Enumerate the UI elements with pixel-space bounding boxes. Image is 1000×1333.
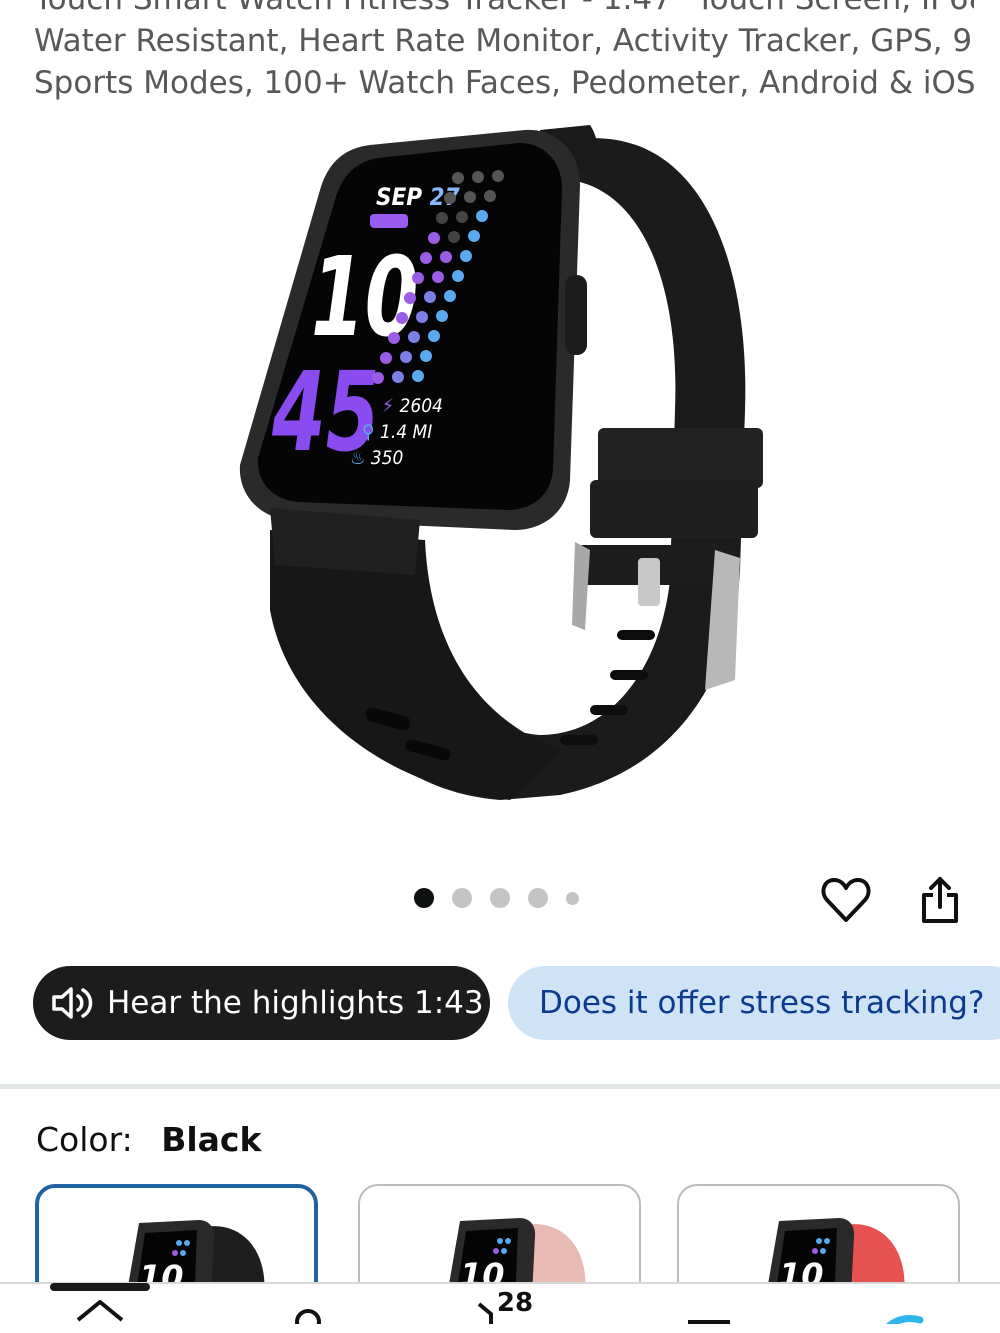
share-icon bbox=[922, 877, 958, 923]
watch-steps: ⚡ 2604 bbox=[382, 395, 443, 417]
hear-highlights-label: Hear the highlights 1:43 bbox=[107, 985, 484, 1021]
color-selector-label: Color: Black bbox=[36, 1120, 261, 1159]
image-carousel-dots[interactable] bbox=[414, 888, 579, 908]
cart-count-badge: 28 bbox=[496, 1288, 534, 1318]
cart-icon bbox=[477, 1302, 493, 1324]
product-title-line-3: Sports Modes, 100+ Watch Faces, Pedomete… bbox=[34, 65, 974, 101]
heart-outline-icon bbox=[821, 878, 871, 922]
menu-icon bbox=[688, 1320, 730, 1324]
product-title-line-1: Touch Smart Watch Fitness Tracker - 1.47… bbox=[34, 0, 974, 20]
color-selected-value: Black bbox=[161, 1120, 262, 1159]
rufus-icon bbox=[886, 1315, 924, 1324]
suggested-question-button[interactable]: Does it offer stress tracking? bbox=[508, 966, 1000, 1040]
nav-home[interactable] bbox=[60, 1284, 140, 1333]
color-label-text: Color: bbox=[36, 1120, 133, 1159]
nav-cart[interactable]: 28 bbox=[455, 1284, 555, 1333]
hear-highlights-button[interactable]: Hear the highlights 1:43 bbox=[33, 966, 490, 1040]
smartwatch-illustration: SEP 27 10 45 ⚡ 2604 ⚲ 1.4 MI ♨ 350 bbox=[239, 125, 763, 800]
carousel-dot-5[interactable] bbox=[566, 891, 579, 905]
watch-distance: ⚲ 1.4 MI bbox=[362, 421, 432, 443]
nav-menu[interactable] bbox=[660, 1284, 740, 1333]
share-button[interactable] bbox=[914, 872, 966, 928]
nav-rufus[interactable] bbox=[860, 1284, 940, 1333]
profile-icon bbox=[295, 1309, 321, 1324]
nav-profile[interactable] bbox=[260, 1284, 340, 1333]
watch-hour: 10 bbox=[311, 234, 418, 362]
product-title: Touch Smart Watch Fitness Tracker - 1.47… bbox=[34, 0, 974, 104]
carousel-dot-1[interactable] bbox=[414, 888, 434, 908]
bottom-nav-bar: 28 bbox=[0, 1282, 1000, 1333]
section-divider bbox=[0, 1084, 1000, 1089]
wishlist-button[interactable] bbox=[820, 874, 872, 926]
speaker-icon bbox=[51, 983, 97, 1023]
carousel-dot-2[interactable] bbox=[452, 888, 472, 908]
watch-calories: ♨ 350 bbox=[350, 447, 404, 469]
carousel-dot-4[interactable] bbox=[528, 888, 548, 908]
suggested-question-label: Does it offer stress tracking? bbox=[539, 985, 985, 1021]
product-image[interactable]: SEP 27 10 45 ⚡ 2604 ⚲ 1.4 MI ♨ 350 bbox=[180, 110, 820, 830]
carousel-dot-3[interactable] bbox=[490, 888, 510, 908]
nav-active-indicator bbox=[50, 1283, 150, 1291]
product-title-line-2: Water Resistant, Heart Rate Monitor, Act… bbox=[34, 23, 974, 59]
